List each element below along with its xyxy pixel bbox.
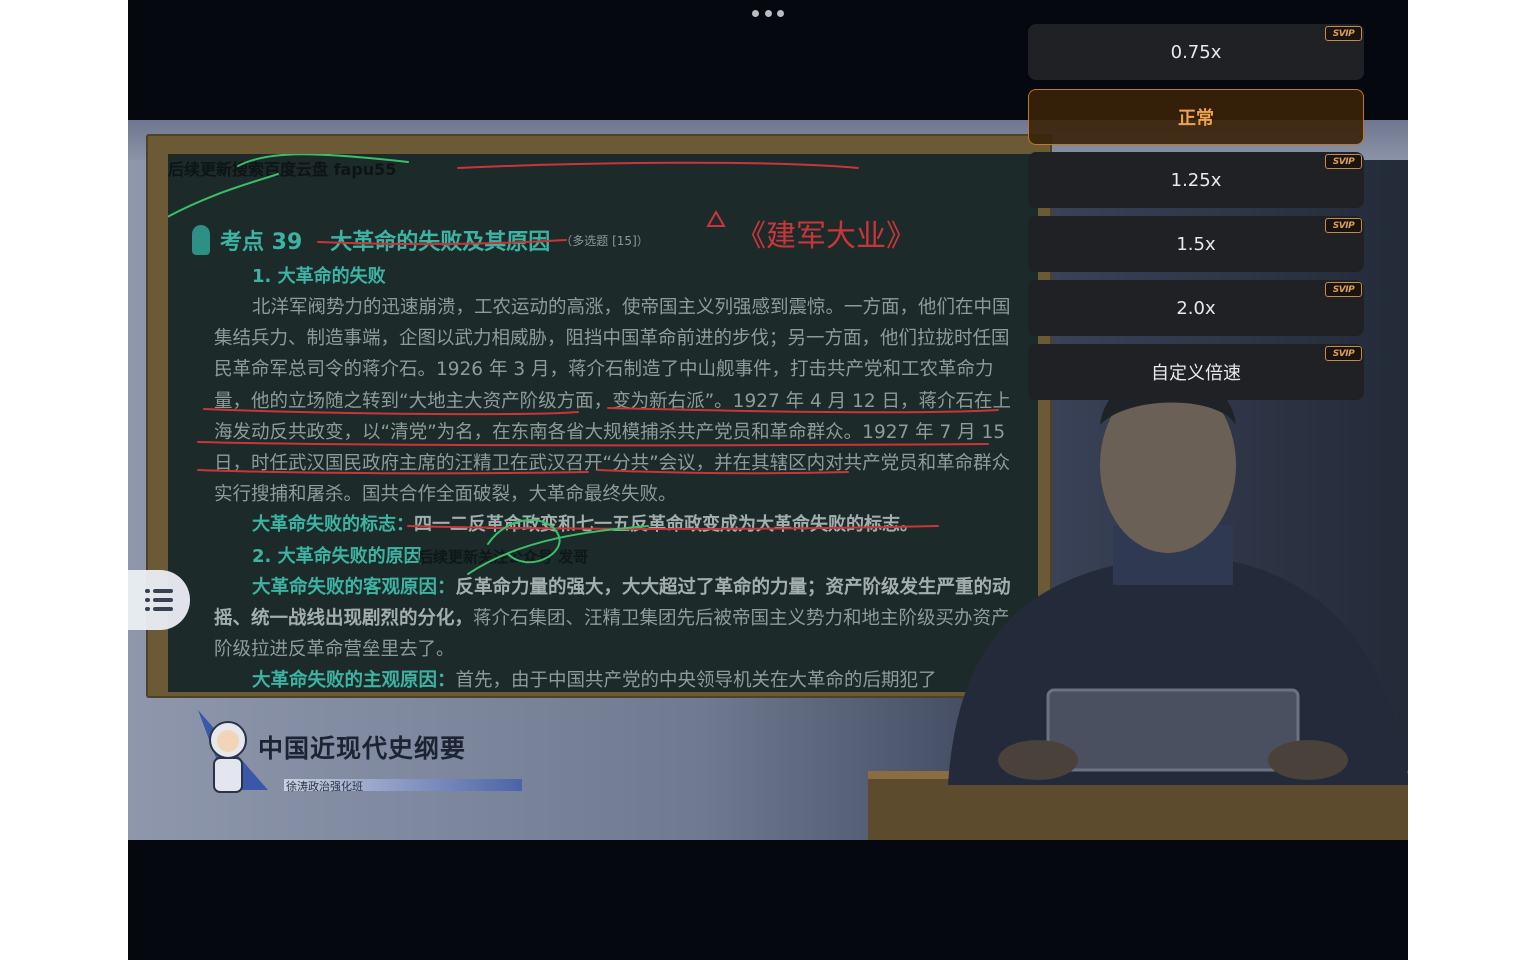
speed-option-label: 自定义倍速: [1151, 363, 1241, 384]
course-banner: 中国近现代史纲要 徐涛政治强化班: [188, 705, 588, 805]
speed-option-label: 正常: [1178, 108, 1214, 129]
speed-option-1-5x[interactable]: 1.5x SVIP: [1028, 216, 1364, 272]
handwritten-note: 《建军大业》: [736, 219, 916, 254]
speed-option-label: 1.25x: [1170, 169, 1222, 191]
course-title: 中国近现代史纲要: [258, 734, 467, 763]
speed-option-2-0x[interactable]: 2.0x SVIP: [1028, 280, 1364, 336]
more-options-icon[interactable]: [752, 6, 784, 20]
speed-option-label: 2.0x: [1176, 297, 1216, 319]
lecturer-image: [868, 372, 1408, 840]
speed-option-label: 1.5x: [1176, 233, 1216, 255]
svip-badge: SVIP: [1325, 346, 1362, 361]
speed-option-label: 0.75x: [1170, 41, 1222, 63]
speed-option-normal[interactable]: 正常: [1028, 89, 1364, 145]
svip-badge: SVIP: [1325, 282, 1362, 297]
course-subtitle: 徐涛政治强化班: [286, 780, 363, 793]
speed-option-1-25x[interactable]: 1.25x SVIP: [1028, 152, 1364, 208]
speed-option-0-75x[interactable]: 0.75x SVIP: [1028, 24, 1364, 80]
list-menu-icon: [145, 589, 173, 611]
speed-option-custom[interactable]: 自定义倍速 SVIP: [1028, 344, 1364, 400]
svip-badge: SVIP: [1325, 26, 1362, 41]
svip-badge: SVIP: [1325, 218, 1362, 233]
svip-badge: SVIP: [1325, 154, 1362, 169]
video-player[interactable]: 研 后续更新搜索百度云盘 fapu55 考点 39 大革命的失败及其原因 （多选…: [128, 0, 1408, 960]
playlist-menu-button[interactable]: [128, 570, 190, 630]
